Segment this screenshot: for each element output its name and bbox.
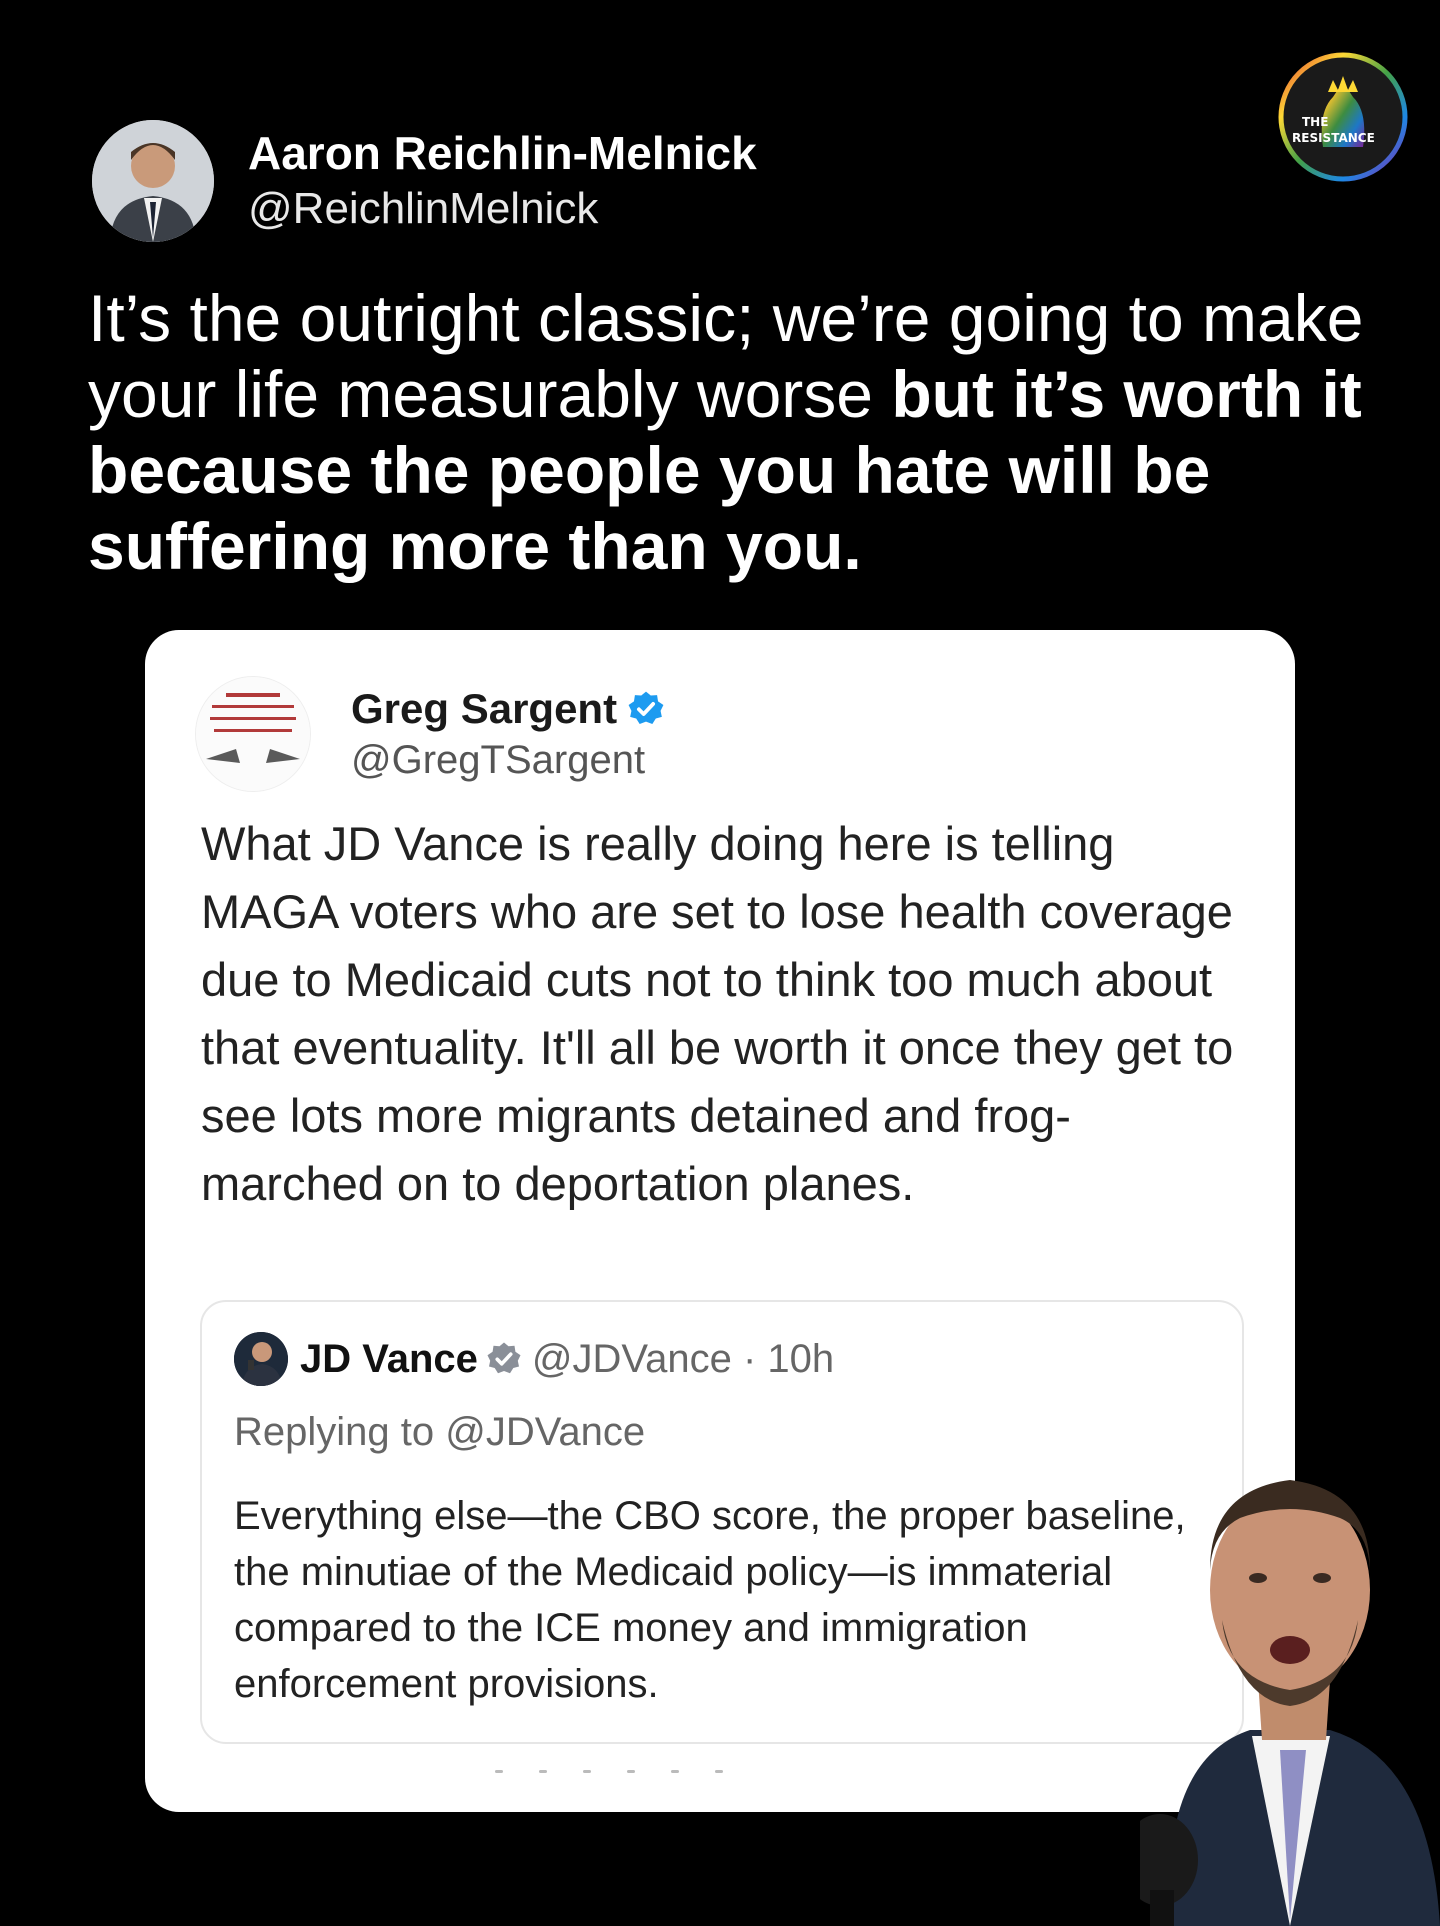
quoted-author-handle[interactable]: @GregTSargent (351, 735, 665, 785)
replying-to-line[interactable]: Replying to @JDVance (234, 1410, 645, 1455)
person-avatar-icon (92, 120, 214, 242)
nested-author-name[interactable]: JD Vance (300, 1337, 478, 1382)
quoted-tweet-text: What JD Vance is really doing here is te… (201, 817, 1234, 1210)
avatar[interactable] (92, 120, 214, 242)
logo-text-resistance: RESISTANCE (1292, 131, 1375, 145)
gray-checkmark-badge-icon (487, 1342, 521, 1374)
author-name[interactable]: Aaron Reichlin-Melnick (248, 125, 757, 181)
author-handle[interactable]: @ReichlinMelnick (248, 181, 757, 237)
resistance-logo: THE RESISTANCE (1278, 52, 1408, 182)
avatar[interactable] (234, 1332, 288, 1386)
verified-badge-icon (628, 691, 664, 725)
book-cover-icon (196, 677, 310, 791)
nested-author-meta[interactable]: @JDVance · 10h (532, 1337, 834, 1382)
nested-tweet-text: Everything else—the CBO score, the prope… (234, 1494, 1186, 1706)
tweet-text: It’s the outright classic; we’re going t… (88, 280, 1388, 584)
person-avatar-icon (234, 1332, 288, 1386)
book-cover-avatar[interactable] (195, 676, 311, 792)
jd-vance-photo-cutout (1140, 1480, 1440, 1926)
outer-tweet-header: Aaron Reichlin-Melnick @ReichlinMelnick (92, 120, 757, 242)
faded-footer-text (495, 1770, 795, 1773)
quoted-tweet-header: Greg Sargent @GregTSargent (195, 676, 665, 792)
quoted-author-name[interactable]: Greg Sargent (351, 683, 617, 735)
nested-quote-tweet[interactable]: JD Vance @JDVance · 10h Replying to @JDV… (200, 1300, 1244, 1744)
logo-text-the: THE (1302, 115, 1328, 129)
quoted-tweet-card[interactable]: Greg Sargent @GregTSargent What JD Vance… (145, 630, 1295, 1812)
nested-tweet-header: JD Vance @JDVance · 10h (234, 1332, 834, 1386)
